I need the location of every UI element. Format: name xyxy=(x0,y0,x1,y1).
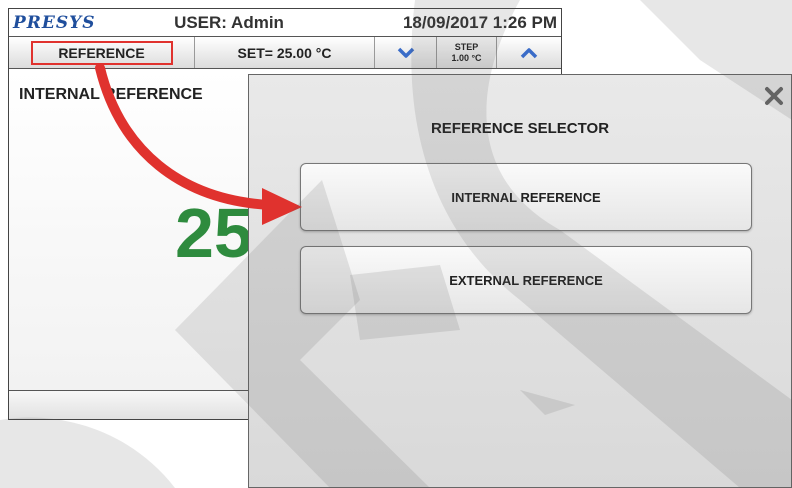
reference-button-label: REFERENCE xyxy=(30,40,173,65)
external-reference-button[interactable]: EXTERNAL REFERENCE xyxy=(300,246,752,314)
status-bar: PRESYS USER: Admin 18/09/2017 1:26 PM xyxy=(9,9,561,37)
internal-reference-button[interactable]: INTERNAL REFERENCE xyxy=(300,163,752,231)
brand-logo: PRESYS xyxy=(13,12,96,33)
step-title: STEP xyxy=(454,41,479,52)
datetime-label: 18/09/2017 1:26 PM xyxy=(402,12,557,32)
step-value: 1.00 °C xyxy=(451,52,482,63)
close-icon xyxy=(765,87,783,105)
decrease-button[interactable] xyxy=(375,37,437,68)
dialog-title: REFERENCE SELECTOR xyxy=(430,120,610,137)
reference-selector-dialog: REFERENCE SELECTOR INTERNAL REFERENCE EX… xyxy=(248,74,792,488)
chevron-up-icon xyxy=(520,47,538,58)
close-button[interactable] xyxy=(761,83,787,109)
chevron-down-icon xyxy=(397,47,414,58)
reference-mode-label: INTERNAL REFERENCE xyxy=(19,86,203,103)
setpoint-button[interactable]: SET= 25.00 °C xyxy=(195,37,375,68)
reference-button[interactable]: REFERENCE xyxy=(9,37,195,68)
step-button[interactable]: STEP 1.00 °C xyxy=(437,37,497,68)
user-label: USER: Admin xyxy=(174,12,284,32)
increase-button[interactable] xyxy=(497,37,561,68)
control-bar: REFERENCE SET= 25.00 °C STEP 1.00 °C xyxy=(9,37,561,69)
temperature-value: 25 xyxy=(175,194,253,272)
